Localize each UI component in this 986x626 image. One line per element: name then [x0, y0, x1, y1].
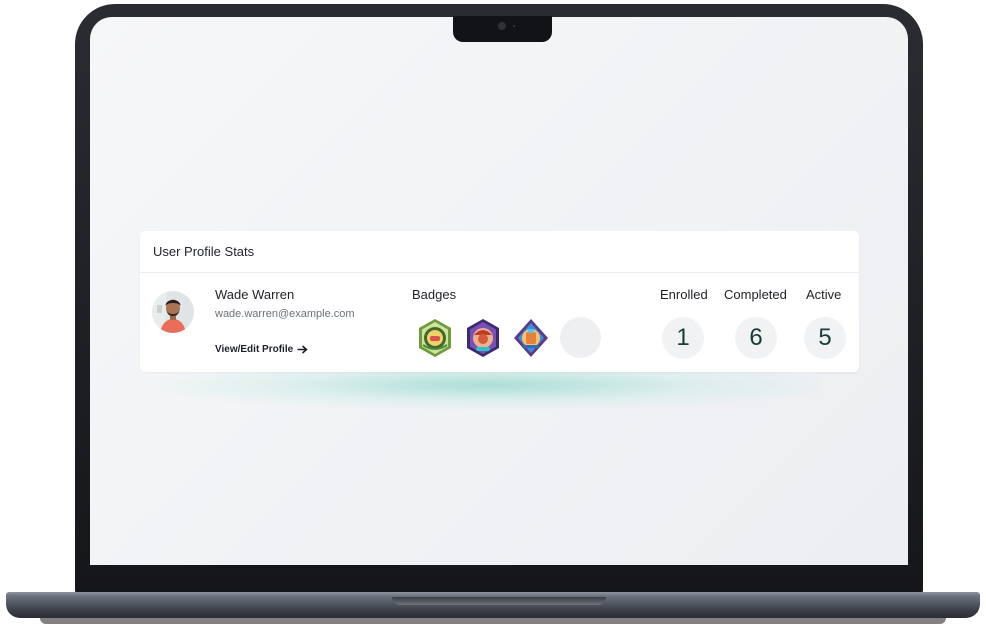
stat-value-active: 5 — [804, 317, 846, 359]
empty-badge-slot — [560, 317, 601, 358]
green-laurel-badge-icon[interactable] — [414, 317, 456, 359]
avatar — [152, 291, 194, 333]
laptop-hinge-groove — [392, 597, 606, 605]
stat-label-active: Active — [806, 287, 842, 302]
purple-hexagon-badge-icon[interactable] — [462, 317, 504, 359]
stat-value-enrolled: 1 — [662, 317, 704, 359]
stat-value-completed: 6 — [735, 317, 777, 359]
laptop-shadow — [40, 618, 946, 624]
user-profile-stats-card: User Profile Stats Wade Warren wade.warr… — [140, 231, 859, 372]
user-email: wade.warren@example.com — [215, 308, 355, 320]
camera-indicator — [513, 25, 515, 27]
stat-label-enrolled: Enrolled — [660, 287, 708, 302]
blue-shield-badge-icon[interactable] — [510, 317, 552, 359]
arrow-right-icon — [297, 345, 308, 354]
camera-icon — [498, 22, 506, 30]
card-title: User Profile Stats — [140, 231, 859, 273]
profile-link-label: View/Edit Profile — [215, 344, 294, 355]
badges-label: Badges — [412, 287, 457, 302]
view-edit-profile-link[interactable]: View/Edit Profile — [215, 344, 308, 355]
user-name: Wade Warren — [215, 287, 295, 302]
camera-notch — [453, 16, 552, 42]
stat-label-completed: Completed — [724, 287, 787, 302]
